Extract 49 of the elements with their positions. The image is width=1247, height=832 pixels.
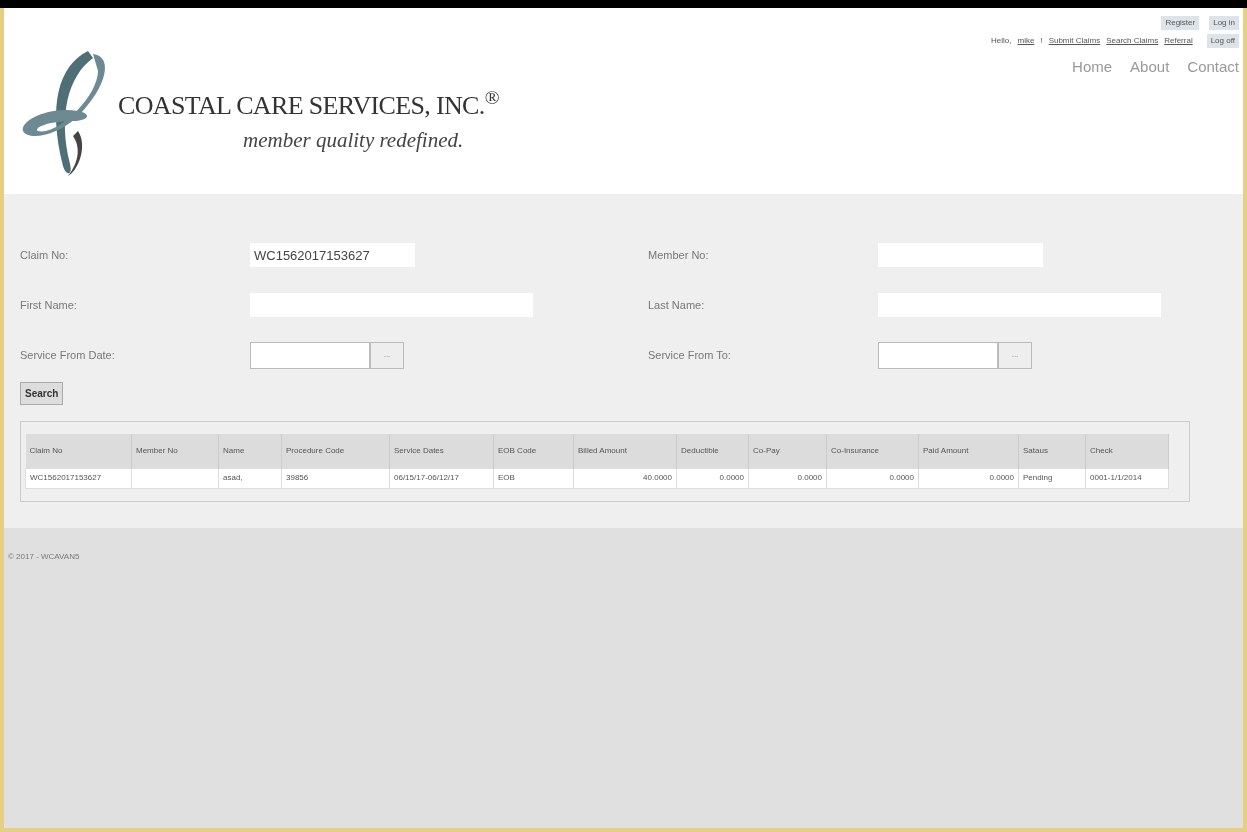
- nav-link[interactable]: Submit Claims: [1048, 35, 1101, 47]
- table-cell: 39856: [281, 468, 390, 488]
- account-button[interactable]: Register: [1161, 16, 1200, 30]
- field-label: Last Name:: [648, 297, 706, 313]
- column-header: Co-Pay: [748, 434, 827, 468]
- date-field[interactable]: [878, 341, 998, 369]
- date-field[interactable]: [250, 341, 370, 369]
- date-picker-button[interactable]: ...: [998, 341, 1032, 369]
- field-label: Member No:: [648, 247, 710, 263]
- column-header: Procedure Code: [281, 434, 390, 468]
- table-cell: WC1562017153627: [25, 468, 132, 488]
- table-cell: 06/15/17-06/12/17: [389, 468, 494, 488]
- column-header: Sataus: [1018, 434, 1086, 468]
- field-label: Service From Date:: [20, 347, 116, 363]
- nav-link[interactable]: Search Claims: [1106, 35, 1159, 47]
- table-cell: EOB: [493, 468, 574, 488]
- footer-text: © 2017 - WCAVAN5: [8, 551, 80, 561]
- account-button[interactable]: Log in: [1209, 16, 1239, 30]
- company-name: COASTAL CARE SERVICES, INC.$^{®}$: [118, 86, 499, 122]
- table-cell: 0.0000: [826, 468, 919, 488]
- input-field[interactable]: WC1562017153627: [250, 243, 415, 267]
- table-cell: 0.0000: [748, 468, 827, 488]
- column-header: Name: [218, 434, 282, 468]
- column-header: Service Dates: [389, 434, 494, 468]
- column-header: Co-Insurance: [826, 434, 919, 468]
- search-button[interactable]: Search: [20, 382, 64, 405]
- user-link[interactable]: mike: [1017, 35, 1035, 47]
- tagline: member quality redefined.: [242, 127, 465, 154]
- column-header: Check: [1085, 434, 1169, 468]
- greeting-text: Hello,: [991, 35, 1012, 47]
- table-cell: 0001-1/1/2014: [1085, 468, 1169, 488]
- log-off-button[interactable]: Log off: [1206, 34, 1239, 48]
- column-header: Paid Amount: [918, 434, 1019, 468]
- field-label: Service From To:: [648, 347, 732, 363]
- field-label: Claim No:: [20, 247, 70, 263]
- column-header: Deductible: [676, 434, 749, 468]
- column-header: Billed Amount: [573, 434, 677, 468]
- separator-text: !: [1040, 35, 1043, 47]
- table-cell: 40.0000: [573, 468, 677, 488]
- table-cell: 0.0000: [676, 468, 749, 488]
- table-cell: asad,: [218, 468, 282, 488]
- date-picker-button[interactable]: ...: [370, 341, 404, 369]
- nav-link[interactable]: Referral: [1164, 35, 1193, 47]
- table-cell: Pending: [1018, 468, 1086, 488]
- column-header: EOB Code: [493, 434, 574, 468]
- column-header: Claim No: [25, 434, 132, 468]
- field-label: First Name:: [20, 297, 78, 313]
- table-cell: 0.0000: [918, 468, 1019, 488]
- column-header: Member No: [131, 434, 219, 468]
